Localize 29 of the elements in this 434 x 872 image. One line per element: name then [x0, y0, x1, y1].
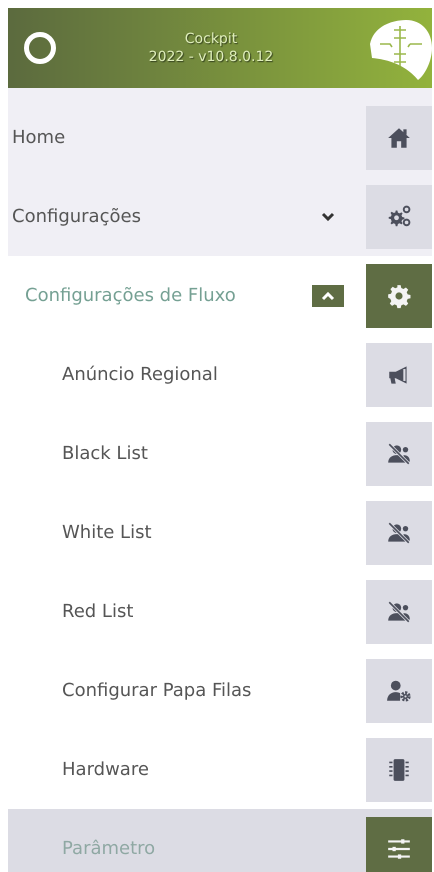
chevron-down-icon: [321, 212, 335, 222]
gear-icon: [386, 282, 412, 308]
icon-button[interactable]: [366, 184, 432, 248]
icon-button[interactable]: [366, 264, 432, 328]
icon-button[interactable]: [366, 658, 432, 722]
icon-button[interactable]: [366, 816, 432, 872]
collapse-button[interactable]: [312, 284, 344, 306]
menu-item[interactable]: Black List: [8, 443, 366, 464]
icon-button[interactable]: [366, 580, 432, 644]
users-slash-icon: [386, 598, 412, 624]
chevron-up-icon: [321, 290, 335, 300]
users-slash-icon: [386, 520, 412, 546]
user-gear-icon: [386, 678, 412, 704]
menu-item[interactable]: Hardware: [8, 759, 366, 780]
icon-button[interactable]: [366, 342, 432, 406]
menu-item[interactable]: White List: [8, 522, 366, 543]
icon-button[interactable]: [366, 422, 432, 486]
app-version: 2022 - v10.8.0.12: [148, 49, 274, 65]
menu-item[interactable]: Red List: [8, 601, 366, 622]
icon-button[interactable]: [366, 106, 432, 170]
app-title: Cockpit: [184, 31, 238, 47]
users-slash-icon: [386, 440, 412, 466]
menu-item[interactable]: Home: [8, 127, 366, 148]
menu-item[interactable]: Configurações: [8, 206, 312, 227]
icon-button[interactable]: [366, 738, 432, 802]
menu-item[interactable]: Configurar Papa Filas: [8, 680, 366, 701]
circle-icon[interactable]: [24, 32, 56, 64]
icon-button[interactable]: [366, 500, 432, 564]
menu-item[interactable]: Anúncio Regional: [8, 364, 366, 385]
